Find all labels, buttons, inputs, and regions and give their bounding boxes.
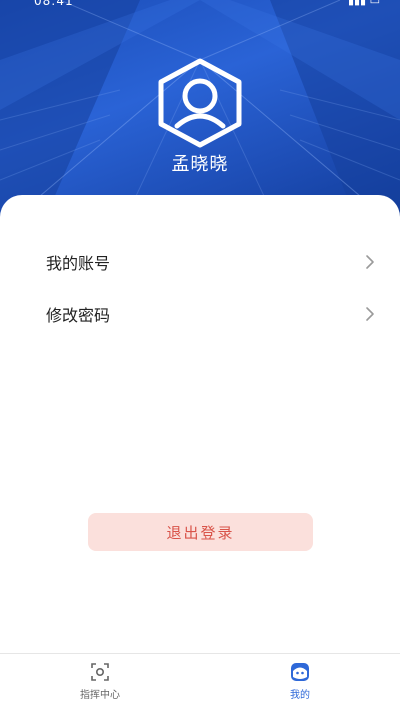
- status-time: 08:41: [34, 0, 74, 8]
- status-bar: 08:41 ▮▮▮ ▭: [0, 0, 400, 10]
- bottom-tab-bar: 指挥中心 我的: [0, 653, 400, 711]
- menu-item-label: 修改密码: [46, 306, 111, 325]
- user-name: 孟晓晓: [171, 154, 229, 175]
- signal-battery-icon: ▮▮▮ ▭: [347, 0, 380, 7]
- face-icon: [291, 663, 309, 681]
- logout-button[interactable]: 退出登录: [88, 513, 313, 551]
- tab-label: 指挥中心: [80, 690, 120, 701]
- tab-mine[interactable]: 我的: [200, 654, 400, 711]
- menu-item-my-account[interactable]: 我的账号: [0, 236, 400, 288]
- tab-label: 我的: [290, 690, 310, 701]
- scan-frame-icon: [91, 663, 109, 681]
- menu-item-change-password[interactable]: 修改密码: [0, 288, 400, 340]
- tab-command-center[interactable]: 指挥中心: [0, 654, 200, 711]
- avatar[interactable]: [155, 58, 245, 148]
- menu-card: 我的账号 修改密码: [0, 195, 400, 653]
- chevron-right-icon: [366, 307, 374, 321]
- menu-item-label: 我的账号: [46, 254, 111, 273]
- chevron-right-icon: [366, 255, 374, 269]
